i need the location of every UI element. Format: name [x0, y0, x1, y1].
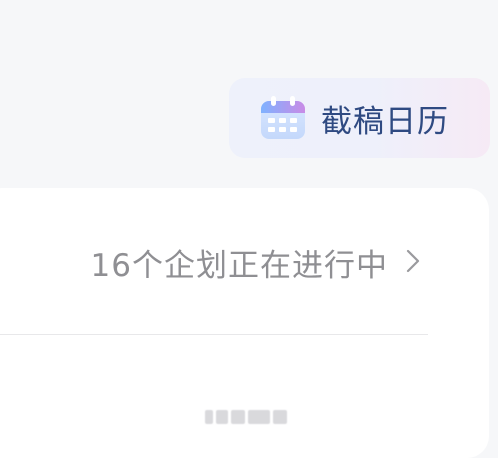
calendar-icon — [261, 96, 305, 139]
deadline-calendar-button[interactable]: 截稿日历 — [229, 78, 490, 158]
active-plans-label: 16个企划正在进行中 — [90, 248, 388, 284]
plans-card: 16个企划正在进行中 — [0, 188, 489, 458]
active-plans-row[interactable]: 16个企划正在进行中 — [0, 188, 428, 335]
blurred-text-placeholder — [205, 410, 287, 424]
chevron-right-icon — [406, 249, 420, 273]
deadline-calendar-label: 截稿日历 — [321, 103, 449, 140]
